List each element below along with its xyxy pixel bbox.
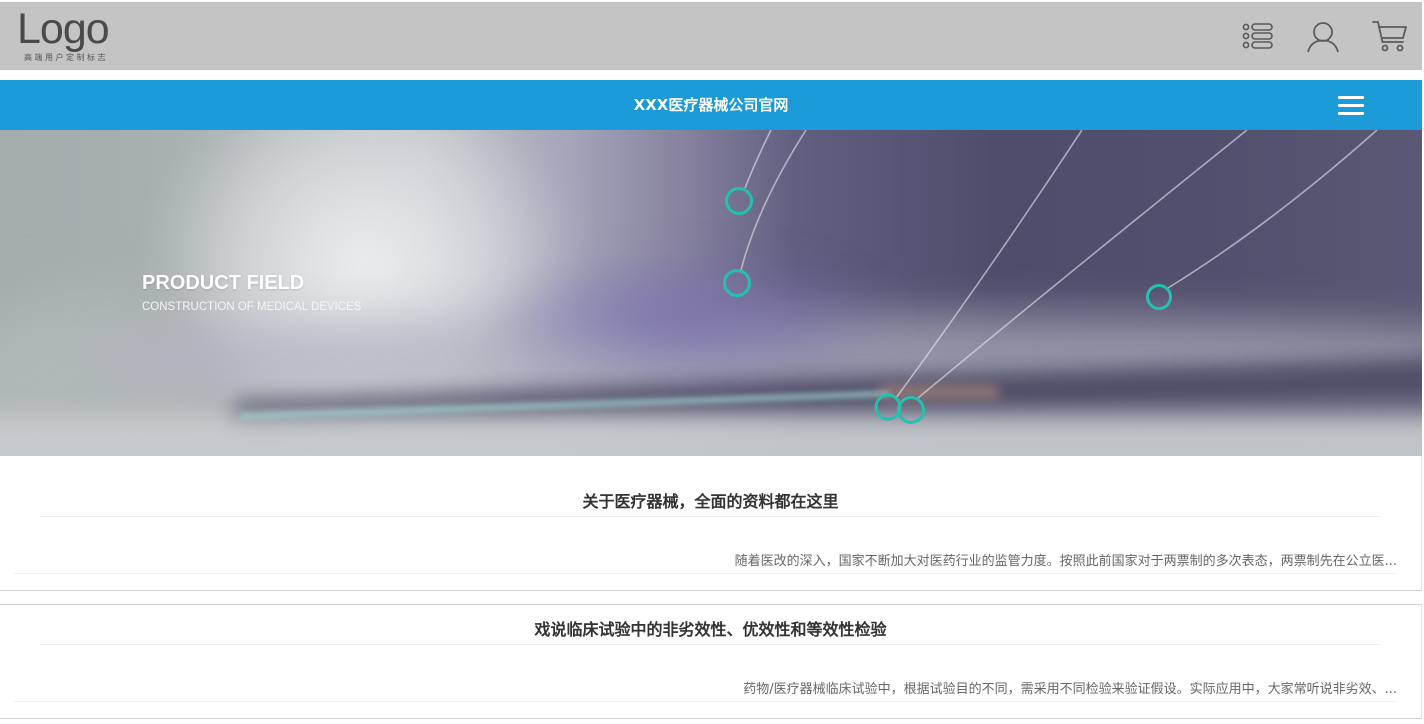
hamburger-icon[interactable] bbox=[1338, 96, 1364, 115]
article-header: 关于医疗器械，全面的资料都在这里 bbox=[40, 492, 1381, 517]
hero-connector-line bbox=[895, 130, 1083, 399]
top-header: Logo 高端用户定制标志 bbox=[0, 2, 1422, 70]
hero-node-circle bbox=[897, 396, 925, 424]
hero-title: PRODUCT FIELD bbox=[142, 272, 305, 294]
site-title: XXX医疗器械公司官网 bbox=[633, 96, 789, 114]
article-excerpt: 随着医改的深入，国家不断加大对医药行业的监管力度。按照此前国家对于两票制的多次表… bbox=[14, 553, 1397, 574]
hero-connector-line bbox=[1167, 130, 1378, 289]
article-card[interactable]: 戏说临床试验中的非劣效性、优效性和等效性检验 药物/医疗器械临床试验中，根据试验… bbox=[0, 604, 1422, 719]
cart-button[interactable] bbox=[1372, 19, 1408, 53]
article-title[interactable]: 关于医疗器械，全面的资料都在这里 bbox=[40, 492, 1381, 512]
article-title[interactable]: 戏说临床试验中的非劣效性、优效性和等效性检验 bbox=[40, 620, 1381, 640]
article-excerpt: 药物/医疗器械临床试验中，根据试验目的不同，需采用不同检验来验证假设。实际应用中… bbox=[14, 681, 1397, 702]
hero-subtitle: CONSTRUCTION OF MEDICAL DEVICES bbox=[142, 301, 362, 313]
nav-bar: XXX医疗器械公司官网 bbox=[0, 80, 1422, 130]
logo-tagline: 高端用户定制标志 bbox=[24, 53, 108, 62]
article-card[interactable]: 关于医疗器械，全面的资料都在这里 随着医改的深入，国家不断加大对医药行业的监管力… bbox=[0, 456, 1422, 591]
hero-node-circle bbox=[723, 269, 751, 297]
hero-banner: PRODUCT FIELD CONSTRUCTION OF MEDICAL DE… bbox=[0, 130, 1422, 456]
hamburger-line bbox=[1338, 112, 1364, 115]
hero-connector-line bbox=[744, 130, 772, 189]
list-icon bbox=[1242, 23, 1273, 49]
hamburger-line bbox=[1338, 96, 1364, 99]
logo-text: Logo bbox=[17, 5, 110, 53]
hero-node-circle bbox=[725, 187, 753, 215]
logo[interactable]: Logo 高端用户定制标志 bbox=[17, 6, 121, 66]
account-button[interactable] bbox=[1306, 21, 1340, 53]
user-icon bbox=[1307, 22, 1339, 53]
cart-icon bbox=[1372, 21, 1407, 52]
hero-node-circle bbox=[1146, 284, 1172, 310]
menu-list-button[interactable] bbox=[1242, 21, 1274, 51]
article-header: 戏说临床试验中的非劣效性、优效性和等效性检验 bbox=[40, 620, 1381, 645]
hero-connector-line bbox=[917, 130, 1248, 399]
page: Logo 高端用户定制标志 XXX医疗器械公司官网 PRODUCT FIELD … bbox=[0, 0, 1422, 724]
hero-node-circle bbox=[874, 393, 902, 421]
hamburger-line bbox=[1338, 104, 1364, 107]
article-list: 关于医疗器械，全面的资料都在这里 随着医改的深入，国家不断加大对医药行业的监管力… bbox=[0, 456, 1422, 724]
